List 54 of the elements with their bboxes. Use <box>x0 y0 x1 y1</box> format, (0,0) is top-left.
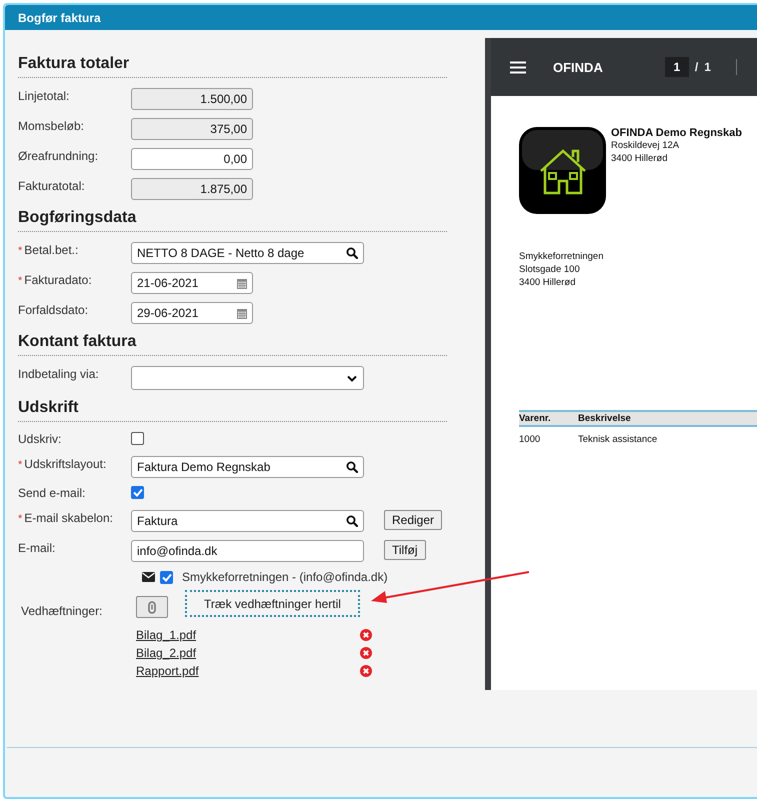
lookup-field[interactable]: NETTO 8 DAGE - Netto 8 dage <box>131 242 364 264</box>
file-link[interactable]: Rapport.pdf <box>136 664 199 678</box>
field-label: Betal.bet.: <box>24 243 78 257</box>
section-heading: Udskrift <box>18 398 447 422</box>
date-field[interactable]: 21-06-2021 <box>131 272 253 294</box>
field-label: Fakturadato: <box>24 273 92 287</box>
required-asterisk: * <box>18 459 22 471</box>
company-name: OFINDA Demo Regnskab <box>611 127 742 139</box>
field-label: Forfaldsdato: <box>18 303 88 317</box>
required-asterisk: * <box>18 275 22 287</box>
field-label: Linjetotal: <box>18 89 70 103</box>
field-label: E-mail: <box>18 541 56 555</box>
table-cell-text: 1000 <box>519 434 542 445</box>
field-label: Øreafrundning: <box>18 149 98 163</box>
field-label: Indbetaling via: <box>18 367 99 381</box>
table-cell: Teknisk assistance <box>578 434 658 445</box>
page-number-field[interactable]: 1 <box>664 57 689 77</box>
section-heading: Kontant faktura <box>18 332 447 356</box>
amount-field[interactable]: 375,00 <box>131 118 253 140</box>
amount-field[interactable]: 0,00 <box>131 148 253 170</box>
action-button[interactable]: Tilføj <box>384 540 426 560</box>
recipient-label: Smykkeforretningen - (info@ofinda.dk) <box>182 570 388 584</box>
column-header: Varenr. <box>519 413 552 424</box>
lookup-field[interactable]: Faktura <box>131 510 364 532</box>
drop-zone[interactable]: Træk vedhæftninger hertil <box>185 590 360 617</box>
field-label: Udskriv: <box>18 432 62 446</box>
window-title: Bogfør faktura <box>18 10 101 24</box>
action-button[interactable]: Rediger <box>384 510 442 530</box>
field-label: Vedhæftninger: <box>20 603 104 620</box>
company-address-line: 3400 Hillerød <box>611 152 668 165</box>
section-heading: Faktura totaler <box>18 54 447 78</box>
field-label: Momsbeløb: <box>18 119 84 133</box>
field-label: Udskriftslayout: <box>24 457 106 471</box>
required-asterisk: * <box>18 245 22 257</box>
customer-address-line: 3400 Hillerød <box>519 276 576 289</box>
file-link[interactable]: Bilag_1.pdf <box>136 628 196 642</box>
field-label: Fakturatotal: <box>18 179 85 193</box>
field-label: Send e-mail: <box>18 486 86 500</box>
amount-field[interactable]: 1.500,00 <box>131 88 253 110</box>
email-field[interactable]: info@ofinda.dk <box>131 540 364 562</box>
column-header: Beskrivelse <box>578 413 631 424</box>
customer-address-line: Smykkeforretningen <box>519 250 604 263</box>
date-field[interactable]: 29-06-2021 <box>131 302 253 324</box>
customer-address-line: Slotsgade 100 <box>519 263 581 276</box>
document-title: OFINDA <box>553 60 603 74</box>
page-separator: / <box>694 60 698 74</box>
company-address-line: Roskildevej 12A <box>611 139 680 152</box>
lookup-field[interactable]: Faktura Demo Regnskab <box>131 456 364 478</box>
section-heading: Bogføringsdata <box>18 208 447 232</box>
amount-field[interactable]: 1.875,00 <box>131 178 253 200</box>
field-label: E-mail skabelon: <box>24 511 113 525</box>
page-total: 1 <box>704 60 711 74</box>
required-asterisk: * <box>18 513 22 525</box>
file-link[interactable]: Bilag_2.pdf <box>136 646 196 660</box>
